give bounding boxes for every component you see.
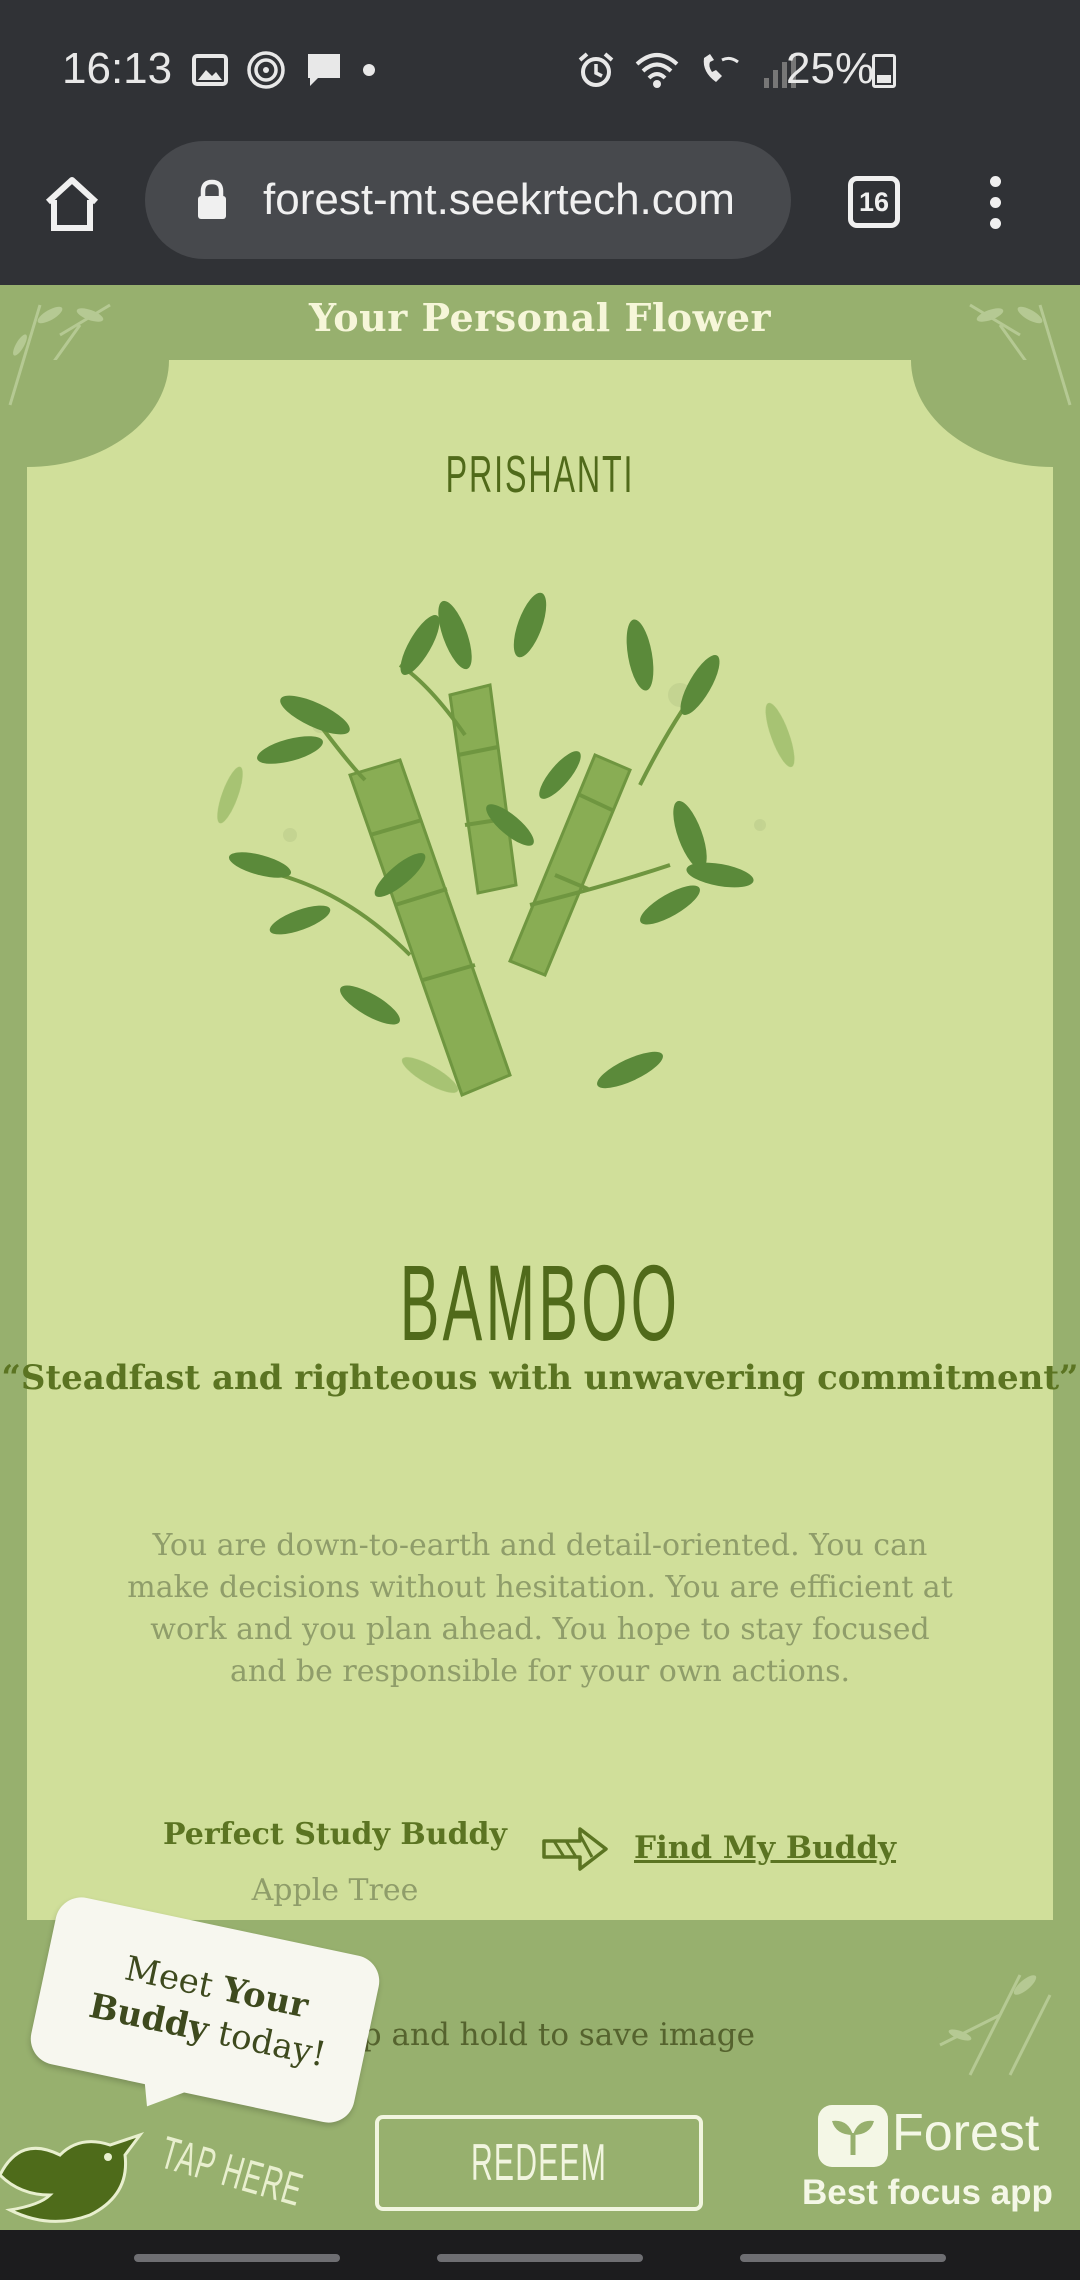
browser-toolbar: forest-mt.seekrtech.com 16 [0, 140, 1080, 285]
bird-icon[interactable] [0, 2115, 145, 2230]
status-bar: 16:13 25% [0, 0, 1080, 140]
study-buddy-label: Perfect Study Buddy [163, 1817, 507, 1852]
gallery-icon [192, 54, 228, 86]
status-time: 16:13 [62, 44, 173, 93]
user-name: PRISHANTI [445, 446, 635, 504]
url-text: forest-mt.seekrtech.com [263, 175, 735, 224]
wifi-calling-icon [703, 54, 739, 82]
nav-back[interactable] [740, 2254, 946, 2262]
flower-name: BAMBOO [399, 1242, 681, 1363]
nav-recents[interactable] [134, 2254, 340, 2262]
tab-switcher-button[interactable]: 16 [848, 176, 900, 228]
forest-tagline: Best focus app [802, 2173, 1053, 2212]
tap-here-label[interactable]: TAP HERE [155, 2125, 309, 2217]
bamboo-illustration [217, 592, 795, 1097]
lock-icon [198, 179, 226, 219]
redeem-plant-label: REDEEM PLANT [470, 2134, 607, 2230]
home-icon[interactable] [40, 172, 104, 236]
arrow-right-icon [542, 1827, 608, 1871]
flower-quote: “Steadfast and righteous with unwavering… [1, 1358, 1079, 1398]
bamboo-decoration-bottom-right [900, 1925, 1080, 2085]
system-icons [576, 50, 798, 90]
forest-brand-name: Forest [892, 2104, 1040, 2162]
nav-home[interactable] [437, 2254, 643, 2262]
fingerprint-icon [247, 51, 285, 89]
browser-menu-icon[interactable] [985, 176, 1005, 232]
page-header-title: Your Personal Flower [308, 295, 772, 340]
flower-result-page: Your Personal Flower PRISHANTI BAMBOO “S… [0, 285, 1080, 2230]
system-navigation-bar [0, 2230, 1080, 2280]
study-buddy-value: Apple Tree [251, 1873, 419, 1908]
alarm-icon [578, 52, 614, 87]
forest-logo-icon [818, 2105, 888, 2167]
chat-icon [308, 54, 340, 86]
notification-icons [192, 50, 376, 90]
address-bar[interactable]: forest-mt.seekrtech.com [145, 141, 791, 259]
battery-percent: 25% [786, 44, 875, 93]
dot-icon [363, 64, 375, 76]
battery-icon [872, 54, 896, 88]
find-my-buddy-link[interactable]: Find My Buddy [634, 1830, 896, 1866]
redeem-plant-button[interactable]: REDEEM PLANT [375, 2115, 703, 2230]
wifi-icon [635, 53, 679, 88]
flower-description: You are down-to-earth and detail-oriente… [127, 1528, 953, 1689]
